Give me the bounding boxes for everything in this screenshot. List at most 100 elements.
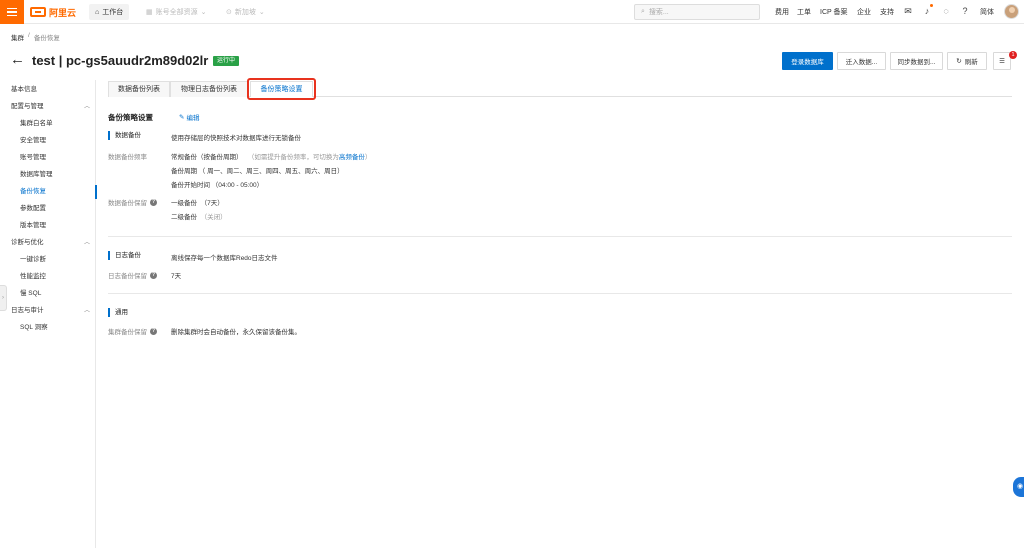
search-placeholder: 搜索...: [648, 9, 669, 16]
section-divider: [108, 293, 1012, 294]
sidebar-item-basic-info[interactable]: 基本信息: [0, 83, 96, 97]
sidebar-item-whitelist[interactable]: 集群白名单: [0, 117, 96, 131]
level2-label: 二级备份: [171, 214, 197, 221]
sidebar-item-label: 一键诊断: [20, 256, 46, 263]
edit-link[interactable]: ✎ 编辑: [179, 112, 199, 122]
sidebar-collapse-handle[interactable]: ›: [0, 285, 7, 311]
task-list-icon: ☰: [999, 58, 1005, 65]
chevron-down-icon: ⌄: [258, 9, 265, 16]
page-title: test | pc-gs5auudr2m89d02lr: [32, 53, 209, 68]
breadcrumb-cluster[interactable]: 集群: [11, 32, 24, 42]
sync-data-label: 同步数据到...: [897, 59, 936, 66]
language-switch[interactable]: 简体: [980, 7, 994, 17]
chevron-up-icon: ︿: [83, 104, 90, 110]
sidebar-item-label: 备份恢复: [20, 188, 46, 195]
tab-bar: 数据备份列表 物理日志备份列表 备份策略设置: [108, 81, 1012, 97]
refresh-button[interactable]: ↻ 刷新: [947, 52, 987, 70]
migrate-in-label: 迁入数据...: [845, 59, 878, 66]
tab-data-backup-list[interactable]: 数据备份列表: [108, 81, 170, 97]
policy-section-title: 备份策略设置: [108, 113, 153, 122]
tab-label: 数据备份列表: [118, 86, 160, 93]
sidebar-item-security[interactable]: 安全管理: [0, 134, 96, 148]
sidebar-item-label: 参数配置: [20, 205, 46, 212]
level2-backup: 二级备份 （关闭）: [171, 211, 227, 221]
migrate-in-button[interactable]: 迁入数据...: [837, 52, 886, 70]
menu-icon[interactable]: [0, 0, 24, 24]
data-backup-retention-label: 数据备份保留 ?: [108, 197, 157, 207]
back-arrow-icon[interactable]: ←: [10, 52, 25, 68]
top-link-ticket[interactable]: 工单: [797, 7, 811, 17]
sidebar-item-one-click-diagnosis[interactable]: 一键诊断: [0, 253, 96, 267]
workbench-button[interactable]: ⌂ 工作台: [89, 4, 130, 20]
sidebar-item-label: 安全管理: [20, 137, 46, 144]
help-icon[interactable]: ?: [960, 6, 970, 16]
data-backup-frequency-value: 常规备份（按备份周期） （如需提升备份频率，可切换为高频备份）: [171, 151, 371, 161]
chevron-down-icon: ⌄: [200, 9, 207, 16]
sidebar-item-parameters[interactable]: 参数配置: [0, 202, 96, 216]
login-database-label: 登录数据库: [791, 59, 824, 66]
task-count-badge: 1: [1009, 51, 1017, 59]
assistant-icon: ◉: [1016, 483, 1024, 490]
tab-physical-log-backup-list[interactable]: 物理日志备份列表: [170, 81, 248, 97]
label-text: 日志备份保留: [108, 273, 147, 280]
help-icon[interactable]: ?: [150, 327, 157, 335]
data-backup-heading: 数据备份: [108, 131, 141, 140]
breadcrumb-current: 备份恢复: [33, 35, 60, 42]
search-input[interactable]: ⌕ 搜索...: [634, 4, 760, 20]
data-backup-frequency-label: 数据备份频率: [108, 151, 147, 161]
label-text: 数据备份保留: [108, 200, 147, 207]
sidebar-group-diagnosis[interactable]: 诊断与优化 ︿: [0, 236, 96, 250]
floating-assistant-button[interactable]: ◉: [1013, 477, 1024, 497]
log-backup-heading: 日志备份: [108, 251, 141, 260]
message-icon[interactable]: ✉: [903, 6, 913, 16]
sidebar-item-version[interactable]: 版本管理: [0, 219, 96, 233]
aliyun-logo[interactable]: 阿里云: [30, 5, 76, 19]
account-resources-dropdown[interactable]: ▦ 账号全部资源 ⌄: [140, 4, 213, 20]
sidebar-item-label: 版本管理: [20, 222, 46, 229]
sidebar-item-label: 性能监控: [20, 273, 46, 280]
sidebar-item-label: 配置与管理: [11, 103, 44, 110]
sidebar-item-databases[interactable]: 数据库管理: [0, 168, 96, 182]
breadcrumb-separator: /: [28, 32, 30, 39]
sidebar-group-config[interactable]: 配置与管理 ︿: [0, 100, 96, 114]
sidebar-group-logs-audit[interactable]: 日志与审计 ︿: [0, 304, 96, 318]
logo-text: 阿里云: [49, 7, 77, 18]
top-link-icp[interactable]: ICP 备案: [820, 7, 848, 17]
high-frequency-backup-link[interactable]: 高频备份: [339, 154, 365, 161]
edit-icon: ✎: [179, 114, 185, 121]
top-link-cost[interactable]: 费用: [775, 7, 789, 17]
sidebar-item-accounts[interactable]: 账号管理: [0, 151, 96, 165]
grid-icon: ▦: [146, 9, 153, 16]
top-link-support[interactable]: 支持: [880, 7, 894, 17]
level1-backup: 一级备份 （7天）: [171, 197, 224, 207]
help-icon[interactable]: ?: [150, 198, 157, 206]
sidebar-item-label: 慢 SQL: [20, 290, 42, 297]
sidebar-item-label: 数据库管理: [20, 171, 53, 178]
sync-data-button[interactable]: 同步数据到...: [890, 52, 943, 70]
logo-mark-icon: [30, 7, 46, 17]
log-backup-description: 离线保存每一个数据库Redo日志文件: [171, 255, 278, 262]
level1-value: （7天）: [200, 200, 224, 207]
general-heading: 通用: [108, 308, 128, 317]
sidebar-item-sql-insight[interactable]: SQL 洞察: [0, 321, 96, 335]
region-dropdown[interactable]: ⊙ 新加坡 ⌄: [220, 4, 271, 20]
sidebar-item-performance[interactable]: 性能监控: [0, 270, 96, 284]
login-database-button[interactable]: 登录数据库: [782, 52, 833, 70]
chevron-up-icon: ︿: [83, 308, 90, 314]
search-icon: ⌕: [641, 8, 645, 15]
region-label: 新加坡: [234, 9, 256, 16]
cluster-backup-retention-label: 集群备份保留 ?: [108, 326, 157, 336]
sidebar-item-label: 诊断与优化: [11, 239, 44, 246]
sidebar-item-slow-sql[interactable]: 慢 SQL: [0, 287, 96, 301]
lightbulb-icon[interactable]: ◌: [941, 6, 951, 16]
chevron-up-icon: ︿: [83, 240, 90, 246]
top-link-enterprise[interactable]: 企业: [857, 7, 871, 17]
bell-icon[interactable]: ♪: [922, 6, 932, 16]
sidebar-item-label: 日志与审计: [11, 307, 44, 314]
help-icon[interactable]: ?: [150, 271, 157, 279]
avatar[interactable]: [1004, 4, 1019, 19]
sidebar-item-label: 集群白名单: [20, 120, 53, 127]
sidebar-item-label: SQL 洞察: [20, 324, 48, 331]
frequency-text: 常规备份（按备份周期）: [171, 154, 243, 161]
sidebar-item-backup-restore[interactable]: 备份恢复: [0, 185, 97, 199]
